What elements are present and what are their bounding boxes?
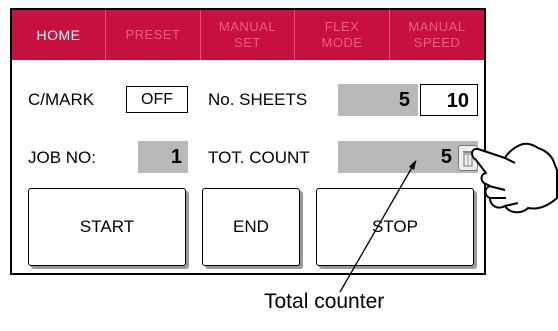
callout-arrow <box>339 159 417 293</box>
pointing-hand-icon <box>471 142 558 214</box>
callout-overlay <box>339 142 558 293</box>
callout-label: Total counter <box>264 290 385 313</box>
